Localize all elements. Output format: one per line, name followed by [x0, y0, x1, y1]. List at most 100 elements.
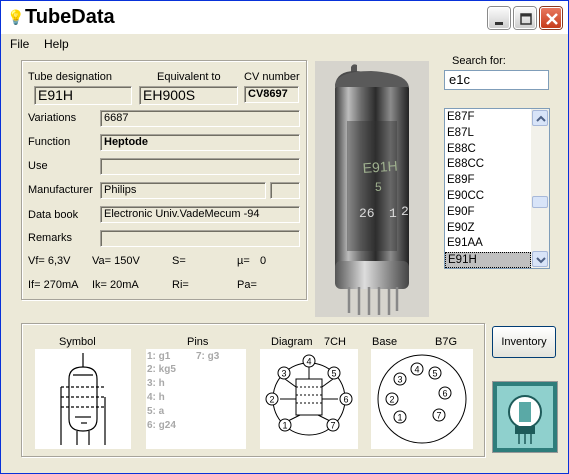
app-window: 💡 TubeData File Help Tube designation Eq…: [0, 0, 569, 474]
base-label: Base: [372, 336, 398, 348]
tube-photo: E91H 5 26 1 2: [315, 61, 429, 317]
variations-label: Variations: [28, 112, 77, 124]
scroll-thumb[interactable]: [532, 196, 548, 208]
tube-list[interactable]: E87F E87L E88C E88CC E89F E90CC E90F E90Z E91AA E…: [444, 108, 550, 269]
close-icon: [546, 13, 558, 25]
base-pin-label: 7: [436, 411, 441, 421]
diagram-pin: 6: [339, 392, 353, 406]
maximize-button[interactable]: [514, 7, 536, 29]
diagram-label: Diagram: [271, 336, 313, 348]
function-label: Function: [28, 136, 71, 148]
tube-marking: 26: [359, 206, 375, 221]
equivalent-label: Equivalent to: [157, 71, 221, 83]
s-value: S=: [172, 255, 186, 267]
pin-entry: 6: g24: [147, 420, 176, 431]
pin-entry: 3: h: [147, 378, 165, 389]
base-pin-label: 2: [389, 395, 394, 405]
designation-field: E91H: [34, 86, 132, 105]
databook-label: Data book: [28, 209, 79, 221]
va-value: Va= 150V: [92, 255, 140, 267]
base-pin-label: 4: [414, 365, 419, 375]
search-input[interactable]: e1c: [444, 70, 549, 90]
close-button[interactable]: [540, 7, 562, 29]
use-field: [100, 158, 300, 175]
menu-help[interactable]: Help: [44, 37, 69, 51]
tube-symbol-icon: [60, 353, 106, 445]
scroll-down-button[interactable]: [532, 251, 548, 267]
manufacturer-label: Manufacturer: [28, 184, 93, 196]
diagram-pin-label: 2: [269, 395, 274, 405]
list-item[interactable]: E91AA: [445, 236, 531, 252]
symbol-panel: [35, 349, 131, 449]
tube-marking: 1: [389, 206, 397, 221]
base-pin: 3: [393, 372, 407, 386]
menu-bar: File Help: [1, 34, 568, 54]
ik-value: Ik= 20mA: [92, 279, 139, 291]
list-item[interactable]: E87L: [445, 126, 531, 142]
diagram-code: 7CH: [324, 336, 347, 348]
bulb-icon: 💡: [7, 9, 25, 25]
base-pin: 7: [432, 408, 446, 422]
diagram-pin-label: 6: [343, 395, 348, 405]
diagram-pin: 4: [302, 354, 316, 368]
pins-label: Pins: [187, 336, 209, 348]
diagram-pin-label: 5: [331, 369, 336, 379]
base-pin-label: 6: [442, 389, 447, 399]
symbol-label: Symbol: [59, 336, 96, 348]
remarks-field: [100, 230, 300, 247]
chevron-up-icon: [536, 115, 546, 122]
base-pin: 5: [428, 366, 442, 380]
variations-field: 6687: [100, 110, 300, 127]
list-scrollbar[interactable]: [531, 109, 549, 268]
tube-marking: E91H: [362, 158, 398, 176]
list-item[interactable]: E89F: [445, 173, 531, 189]
diagram-pin: 2: [265, 392, 279, 406]
base-pin: 6: [438, 386, 452, 400]
pin-entry: 7: g3: [196, 351, 220, 362]
cv-field: CV8697: [244, 86, 299, 103]
diagram-panel: 1 2 3 4 5 6 7: [260, 349, 358, 449]
pin-diagram: 1 2 3 4 5 6 7: [265, 354, 353, 436]
tube-image: E91H 5 26 1 2: [315, 61, 429, 317]
menu-file[interactable]: File: [10, 37, 29, 51]
tube-list-items: E87F E87L E88C E88CC E89F E90CC E90F E90Z E91AA E…: [445, 110, 531, 268]
diagram-pin-label: 1: [282, 421, 287, 431]
list-item[interactable]: E90F: [445, 205, 531, 221]
list-item[interactable]: E90Z: [445, 221, 531, 237]
base-code: B7G: [435, 336, 458, 348]
tube-logo-icon: [493, 382, 557, 452]
ri-value: Ri=: [172, 279, 189, 291]
tube-marking: 2: [401, 204, 409, 219]
use-label: Use: [28, 160, 48, 172]
list-item[interactable]: E88C: [445, 142, 531, 158]
equivalent-field: EH900S: [139, 86, 238, 105]
scroll-up-button[interactable]: [532, 110, 548, 126]
diagram-pin: 7: [326, 418, 340, 432]
diagram-pin: 1: [278, 418, 292, 432]
list-item[interactable]: E88CC: [445, 157, 531, 173]
remarks-label: Remarks: [28, 232, 73, 244]
list-item[interactable]: E87F: [445, 110, 531, 126]
databook-field: Electronic Univ.VadeMecum -94: [100, 206, 300, 223]
base-panel: 123 4 56 7: [371, 349, 473, 449]
mu-value: 0: [260, 255, 267, 267]
search-label: Search for:: [452, 55, 506, 67]
designation-label: Tube designation: [28, 71, 112, 83]
diagram-pin: 5: [327, 366, 341, 380]
diagram-pin-label: 3: [281, 369, 286, 379]
base-pin: 2: [385, 392, 399, 406]
tube-logo: [492, 381, 558, 453]
maximize-icon: [520, 13, 532, 25]
minimize-icon: [495, 22, 503, 25]
mu-label: µ=: [237, 255, 250, 267]
inventory-button[interactable]: Inventory: [492, 326, 556, 358]
base-pin-label: 3: [397, 375, 402, 385]
window-title: TubeData: [25, 6, 115, 28]
minimize-button[interactable]: [488, 7, 510, 29]
vf-value: Vf= 6,3V: [28, 255, 71, 267]
base-diagram: 123 4 56 7: [377, 354, 467, 444]
base-pin: 4: [410, 362, 424, 376]
base-pin-label: 5: [432, 369, 437, 379]
list-item[interactable]: E91H: [445, 252, 531, 268]
list-item[interactable]: E90CC: [445, 189, 531, 205]
